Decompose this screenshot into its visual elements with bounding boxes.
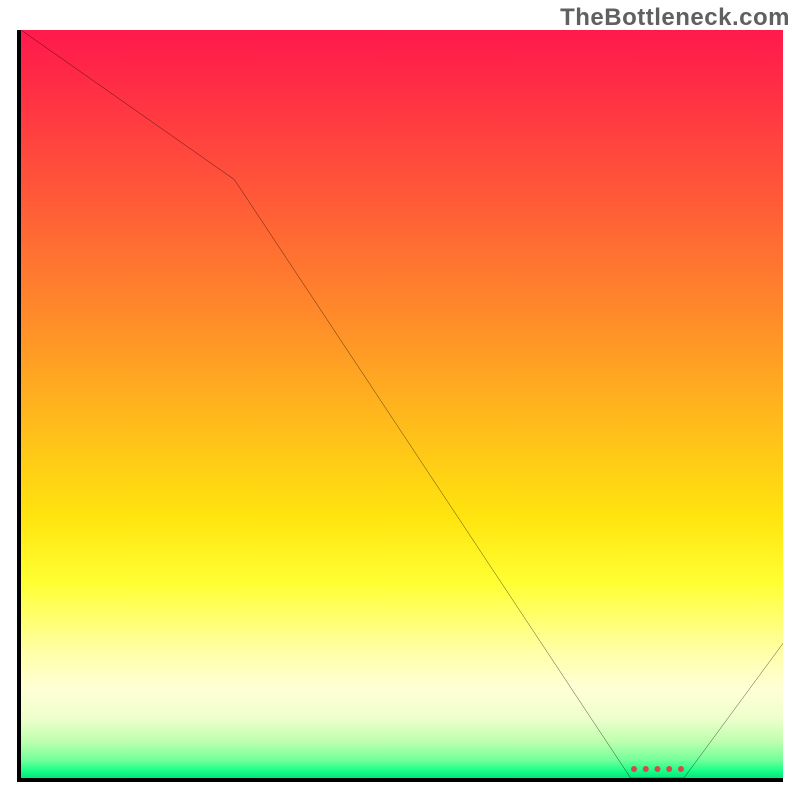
attribution-label: TheBottleneck.com (560, 4, 790, 32)
plot-area (21, 30, 783, 778)
bottleneck-curve (21, 30, 783, 778)
optimal-range-marker (631, 766, 684, 778)
plot-axes (17, 30, 783, 782)
chart-frame: TheBottleneck.com (0, 0, 800, 800)
